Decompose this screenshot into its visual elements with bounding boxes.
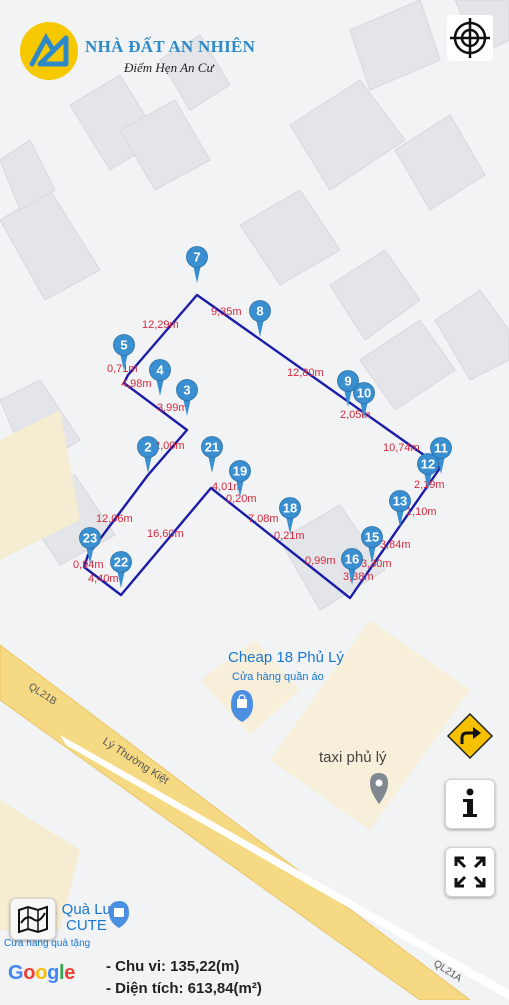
poi-name-gift-shop-line2: CUTE bbox=[66, 917, 107, 934]
poi-category-cheap18: Cửa hàng quần áo bbox=[232, 671, 324, 683]
area-text: - Diện tích: 613,84(m²) bbox=[106, 980, 262, 997]
area-summary: - Chu vi: 135,22(m) - Diện tích: 613,84(… bbox=[106, 956, 262, 1000]
info-button[interactable] bbox=[445, 779, 495, 829]
map-type-button[interactable] bbox=[10, 898, 56, 940]
fullscreen-button[interactable] bbox=[445, 847, 495, 897]
logo-badge bbox=[20, 22, 78, 80]
measurement-label: 3,99m bbox=[157, 402, 188, 414]
marker-label: 23 bbox=[83, 531, 97, 546]
marker-label: 3 bbox=[183, 383, 190, 398]
measurement-label: 12,06m bbox=[96, 513, 133, 525]
map-layers-icon bbox=[18, 905, 48, 934]
marker-label: 2 bbox=[144, 440, 151, 455]
marker-label: 12 bbox=[421, 457, 435, 472]
poi-name-cheap18[interactable]: Cheap 18 Phủ Lý bbox=[228, 649, 344, 666]
directions-button[interactable] bbox=[446, 712, 494, 760]
poi-name-taxi[interactable]: taxi phủ lý bbox=[319, 749, 387, 766]
marker-label: 5 bbox=[120, 338, 127, 353]
measurement-label: 12,29m bbox=[142, 319, 179, 331]
measurement-label: 7,08m bbox=[248, 513, 279, 525]
measurement-label: 4,98m bbox=[121, 378, 152, 390]
measurement-label: 3,84m bbox=[380, 539, 411, 551]
measurement-label: 2,05m bbox=[340, 409, 371, 421]
marker-label: 4 bbox=[156, 363, 164, 378]
measurement-label: 0,99m bbox=[305, 555, 336, 567]
measurement-label: 4,40m bbox=[88, 573, 119, 585]
marker-label: 18 bbox=[283, 501, 297, 516]
marker-label: 21 bbox=[205, 440, 219, 455]
brand-logo: NHÀ ĐẤT AN NHIÊN Điểm Hẹn An Cư bbox=[20, 22, 280, 82]
perimeter-text: - Chu vi: 135,22(m) bbox=[106, 958, 240, 975]
google-letter: e bbox=[64, 962, 76, 984]
google-letter: o bbox=[23, 962, 36, 984]
marker-label: 13 bbox=[393, 494, 407, 509]
measurement-label: 10,74m bbox=[383, 442, 420, 454]
marker-label: 7 bbox=[193, 250, 200, 265]
logo-mark-icon bbox=[29, 32, 69, 67]
measurement-label: 0,71m bbox=[107, 363, 138, 375]
brand-name: NHÀ ĐẤT AN NHIÊN bbox=[85, 37, 256, 56]
expand-icon bbox=[454, 856, 486, 888]
marker-label: 16 bbox=[345, 552, 359, 567]
measurement-label: 9,35m bbox=[211, 306, 242, 318]
map-svg[interactable]: QL21B QL21A Lý Thường Kiệt Cheap 18 Phủ … bbox=[0, 0, 509, 1001]
measurement-label: 16,60m bbox=[147, 528, 184, 540]
marker-label: 11 bbox=[434, 441, 448, 456]
google-attribution: Google bbox=[8, 962, 75, 985]
measurement-label: 12,80m bbox=[287, 367, 324, 379]
map-canvas[interactable]: QL21B QL21A Lý Thường Kiệt Cheap 18 Phủ … bbox=[0, 0, 509, 1001]
marker-label: 22 bbox=[114, 555, 128, 570]
measurement-label: 0,21m bbox=[274, 530, 305, 542]
google-logo-text: Google bbox=[8, 962, 75, 984]
marker-label: 15 bbox=[365, 530, 379, 545]
measurement-label: 0,94m bbox=[73, 559, 104, 571]
marker-label: 19 bbox=[233, 464, 247, 479]
measurement-label: 1,10m bbox=[406, 506, 437, 518]
marker-label: 8 bbox=[256, 304, 263, 319]
measurement-label: 0,20m bbox=[226, 493, 257, 505]
brand-slogan: Điểm Hẹn An Cư bbox=[124, 60, 214, 75]
locate-button[interactable] bbox=[446, 14, 494, 62]
marker-label: 10 bbox=[357, 386, 371, 401]
crosshair-icon bbox=[447, 15, 493, 61]
info-icon bbox=[463, 788, 477, 817]
marker-label: 9 bbox=[344, 374, 351, 389]
measurement-label: 3,30m bbox=[361, 558, 392, 570]
google-letter: o bbox=[35, 962, 48, 984]
measurement-label: 3,38m bbox=[343, 571, 374, 583]
turn-right-icon bbox=[446, 712, 494, 760]
google-letter: g bbox=[47, 962, 60, 984]
google-letter: G bbox=[8, 962, 24, 984]
